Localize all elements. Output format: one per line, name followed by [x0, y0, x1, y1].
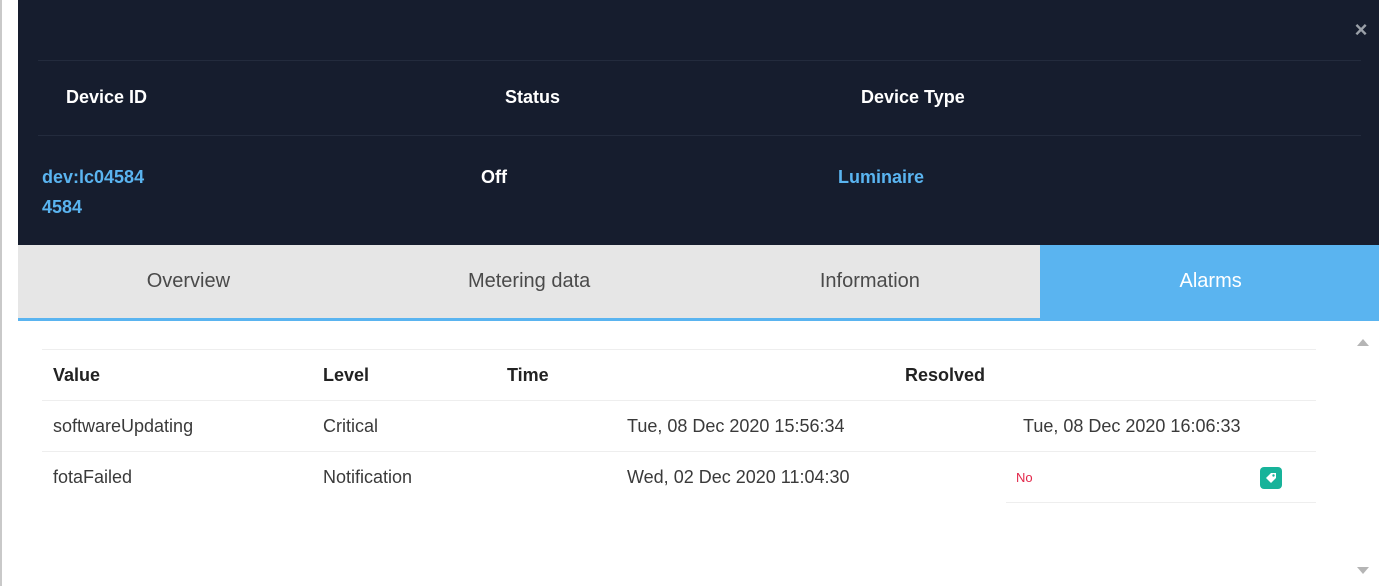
- device-header: × Device ID Status Device Type dev:lc045…: [18, 0, 1379, 245]
- table-row: softwareUpdating Critical Tue, 08 Dec 20…: [42, 401, 1316, 452]
- alarm-value: fotaFailed: [53, 467, 133, 487]
- alarms-panel: Value Level Time Resolved softwareUpdati…: [18, 321, 1379, 586]
- scroll-down-arrow-icon[interactable]: [1357, 567, 1369, 574]
- alarm-time: Tue, 08 Dec 2020 15:56:34: [627, 416, 845, 436]
- edit-tag-icon: [1266, 473, 1276, 483]
- alarms-table: Value Level Time Resolved softwareUpdati…: [42, 349, 1316, 503]
- close-icon[interactable]: ×: [1351, 19, 1371, 41]
- alarm-resolved-status: No: [1016, 470, 1033, 485]
- device-id-line2: 4584: [42, 197, 83, 217]
- alarm-time: Wed, 02 Dec 2020 11:04:30: [627, 467, 850, 487]
- device-id-line1: dev:lc04584: [42, 167, 145, 187]
- resolve-alarm-button[interactable]: [1260, 467, 1282, 489]
- time-column-header: Time: [507, 365, 549, 385]
- device-type-heading: Device Type: [861, 87, 965, 107]
- header-divider: [38, 135, 1361, 136]
- alarm-value: softwareUpdating: [53, 416, 194, 436]
- resolved-column-header: Resolved: [905, 365, 986, 385]
- device-type-value[interactable]: Luminaire: [838, 162, 924, 192]
- level-column-header: Level: [323, 365, 370, 385]
- tab-alarms[interactable]: Alarms: [1040, 245, 1379, 318]
- value-column-header: Value: [53, 365, 101, 385]
- table-header-row: Value Level Time Resolved: [42, 350, 1316, 401]
- cell-divider: [1006, 502, 1316, 503]
- device-id-value[interactable]: dev:lc04584 4584: [42, 162, 144, 222]
- tab-information[interactable]: Information: [700, 245, 1041, 318]
- tab-overview[interactable]: Overview: [18, 245, 359, 318]
- device-details-modal: × Device ID Status Device Type dev:lc045…: [0, 0, 1379, 586]
- table-row: fotaFailed Notification Wed, 02 Dec 2020…: [42, 452, 1316, 503]
- tab-metering-data[interactable]: Metering data: [359, 245, 700, 318]
- scroll-up-arrow-icon[interactable]: [1357, 339, 1369, 346]
- alarm-resolved: Tue, 08 Dec 2020 16:06:33: [1023, 416, 1241, 436]
- header-divider: [38, 60, 1361, 61]
- alarm-level: Notification: [323, 467, 413, 487]
- tab-bar: Overview Metering data Information Alarm…: [18, 245, 1379, 321]
- device-id-heading: Device ID: [66, 87, 148, 107]
- status-value: Off: [481, 167, 507, 187]
- alarm-level: Critical: [323, 416, 379, 436]
- status-heading: Status: [505, 87, 561, 107]
